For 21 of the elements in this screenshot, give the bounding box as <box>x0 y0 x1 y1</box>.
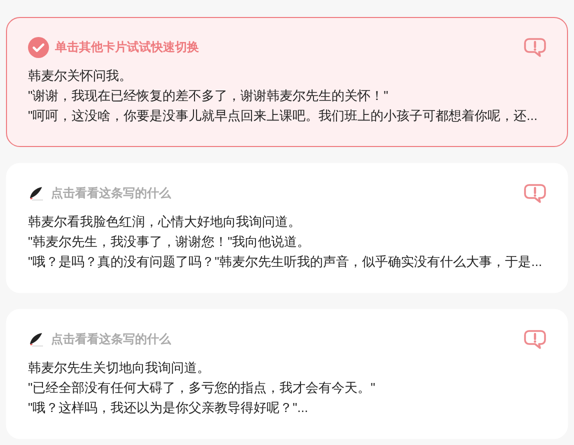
story-line: "哦？是吗？真的没有问题了吗？"韩麦尔先生听我的声音，似乎确实没有什么大事，于是... <box>28 253 542 271</box>
story-line: "哦？这样吗，我还以为是你父亲教导得好呢？"... <box>28 399 308 417</box>
report-icon[interactable] <box>524 36 546 58</box>
story-line: "呵呵，这没啥，你要是没事儿就早点回来上课吧。我们班上的小孩子可都想着你呢，还... <box>28 107 538 125</box>
card-hint: 点击看看这条写的什么 <box>51 184 172 202</box>
story-line: 韩麦尔关怀问我。 <box>28 67 132 85</box>
report-icon[interactable] <box>524 328 546 350</box>
story-card[interactable]: 单击其他卡片试试快速切换 韩麦尔关怀问我。 "谢谢，我现在已经恢复的差不多了，谢谢韩麦尔先生的关怀！" "呵呵，这没啥，你要是没事儿就早点回来上课吧。我们班上的小孩子可都想着你呢，还... <box>6 17 568 147</box>
card-hint: 点击看看这条写的什么 <box>51 330 172 348</box>
quill-pen-icon <box>28 332 45 346</box>
story-card[interactable]: 点击看看这条写的什么 韩麦尔先生关切地向我询问道。 "已经全部没有任何大碍了，多亏您的指点，我才会有今天。" "哦？这样吗，我还以为是你父亲教导得好呢？"... <box>6 309 568 439</box>
story-line: 韩麦尔看我脸色红润，心情大好地向我询问道。 <box>28 213 301 231</box>
report-icon[interactable] <box>524 182 546 204</box>
card-hint: 单击其他卡片试试快速切换 <box>55 38 200 56</box>
story-line: "韩麦尔先生，我没事了，谢谢您！"我向他说道。 <box>28 233 310 251</box>
story-line: "谢谢，我现在已经恢复的差不多了，谢谢韩麦尔先生的关怀！" <box>28 87 388 105</box>
quill-pen-icon <box>28 186 45 200</box>
story-line: "已经全部没有任何大碍了，多亏您的指点，我才会有今天。" <box>28 379 376 397</box>
story-line: 韩麦尔先生关切地向我询问道。 <box>28 359 210 377</box>
story-card[interactable]: 点击看看这条写的什么 韩麦尔看我脸色红润，心情大好地向我询问道。 "韩麦尔先生，我没事了，谢谢您！"我向他说道。 "哦？是吗？真的没有问题了吗？"韩麦尔先生听我的声音，似乎确实没有什么大事，于是... <box>6 163 568 293</box>
check-circle-icon <box>28 36 49 58</box>
